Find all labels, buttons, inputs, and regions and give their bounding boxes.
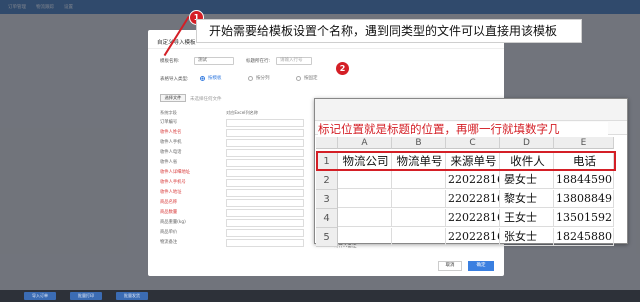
column-header[interactable]: E [554, 137, 614, 149]
confirm-button[interactable]: 确定 [468, 261, 494, 271]
field-label: 收件人手机 [160, 140, 182, 145]
column-header[interactable]: B [392, 137, 446, 149]
field-mapping-input[interactable] [226, 229, 304, 237]
field-mapping-input[interactable] [226, 149, 304, 157]
template-name-label: 模板名称: [160, 59, 180, 64]
mapping-header: 系统字段 对应Excel列名称 [160, 110, 300, 117]
data-cell[interactable] [338, 228, 392, 246]
data-cell[interactable]: 18844590 [554, 171, 614, 189]
bottom-button[interactable]: 批量发货 [116, 292, 148, 300]
field-mapping-input[interactable] [226, 199, 304, 207]
import-type-label: 表格导入类型: [160, 77, 189, 82]
callout-text-2: 标记位置就是标题的位置，再哪一行就填数字几 [318, 122, 608, 136]
field-mapping-input[interactable] [226, 209, 304, 217]
field-mapping-input[interactable] [226, 219, 304, 227]
radio-by-column[interactable]: 按分列 [248, 75, 270, 81]
field-mapping-input[interactable] [226, 129, 304, 137]
data-cell[interactable] [338, 190, 392, 208]
radio-icon [200, 75, 205, 81]
field-mapping-input[interactable] [226, 139, 304, 147]
template-name-input[interactable]: 测试 [194, 57, 234, 65]
row-header[interactable]: 4 [316, 209, 338, 228]
choose-file-button[interactable]: 选择文件 [160, 94, 186, 102]
title-row-highlight [316, 151, 616, 171]
radio-icon [248, 75, 253, 81]
field-label: 收件人地址 [160, 190, 182, 195]
dialog-divider [148, 48, 504, 49]
data-cell[interactable] [338, 209, 392, 227]
field-label: 收件人电话 [160, 150, 182, 155]
field-mapping-input[interactable] [226, 159, 304, 167]
step-badge-2: 2 [335, 61, 350, 76]
data-cell[interactable]: 晏女士 [500, 171, 554, 189]
upload-hint: 未选择任何文件 [190, 97, 222, 102]
data-cell[interactable]: 22022816 [446, 228, 500, 246]
field-label: 收件人姓名 [160, 130, 182, 135]
column-header[interactable]: C [446, 137, 500, 149]
radio-by-template[interactable]: 按模板 [200, 75, 222, 81]
bottom-toolbar: 导入订单 批量打印 批量发货 [0, 290, 640, 302]
data-cell[interactable]: 13501592 [554, 209, 614, 227]
field-mapping-input[interactable] [226, 169, 304, 177]
data-cell[interactable] [392, 190, 446, 208]
radio-icon [296, 75, 301, 81]
data-cell[interactable]: 王女士 [500, 209, 554, 227]
field-label: 商品名称 [160, 200, 178, 205]
title-row-label: 标题所在行: [246, 59, 271, 64]
callout-text-1: 开始需要给模板设置个名称，遇到同类型的文件可以直接用该模板 [196, 19, 582, 43]
field-label: 商品单价 [160, 230, 178, 235]
bottom-button[interactable]: 批量打印 [70, 292, 102, 300]
dialog-title: 自定义导入模板 [157, 40, 196, 46]
data-cell[interactable] [338, 171, 392, 189]
radio-label: 按固定 [304, 76, 318, 81]
field-label: 收件人详细地址 [160, 170, 191, 175]
radio-label: 按模板 [208, 76, 222, 81]
column-header[interactable]: A [338, 137, 392, 149]
row-header[interactable]: 2 [316, 171, 338, 190]
row-header[interactable]: 5 [316, 228, 338, 247]
title-row-input[interactable]: 请输入行号 [276, 57, 312, 65]
field-mapping-input[interactable] [226, 119, 304, 127]
cancel-button[interactable]: 取消 [438, 261, 462, 271]
data-cell[interactable]: 22022816 [446, 209, 500, 227]
field-label: 收件人省 [160, 160, 178, 165]
spreadsheet-ribbon [315, 99, 627, 121]
data-cell[interactable]: 张女士 [500, 228, 554, 246]
data-cell[interactable]: 22022816 [446, 190, 500, 208]
column-header[interactable]: D [500, 137, 554, 149]
radio-by-fixed[interactable]: 按固定 [296, 75, 318, 81]
field-mapping-input[interactable] [226, 239, 304, 247]
mapping-header-system: 系统字段 [160, 110, 177, 115]
radio-label: 按分列 [256, 76, 270, 81]
data-cell[interactable] [392, 228, 446, 246]
field-label: 商品数量 [160, 210, 178, 215]
field-mapping-input[interactable] [226, 189, 304, 197]
data-cell[interactable]: 18245880 [554, 228, 614, 246]
field-label: 物流备注 [160, 240, 178, 245]
data-cell[interactable]: 黎女士 [500, 190, 554, 208]
field-label: 商品重量(kg) [160, 220, 186, 225]
select-all-corner[interactable] [316, 137, 338, 149]
mapping-header-excel: 对应Excel列名称 [226, 110, 259, 115]
field-label: 收件人手机号 [160, 180, 186, 185]
data-cell[interactable]: 13808849 [554, 190, 614, 208]
data-cell[interactable]: 22022816 [446, 171, 500, 189]
field-label: 订单编号 [160, 120, 178, 125]
field-mapping-input[interactable] [226, 179, 304, 187]
row-header[interactable]: 3 [316, 190, 338, 209]
bottom-button[interactable]: 导入订单 [24, 292, 56, 300]
data-cell[interactable] [392, 209, 446, 227]
data-cell[interactable] [392, 171, 446, 189]
